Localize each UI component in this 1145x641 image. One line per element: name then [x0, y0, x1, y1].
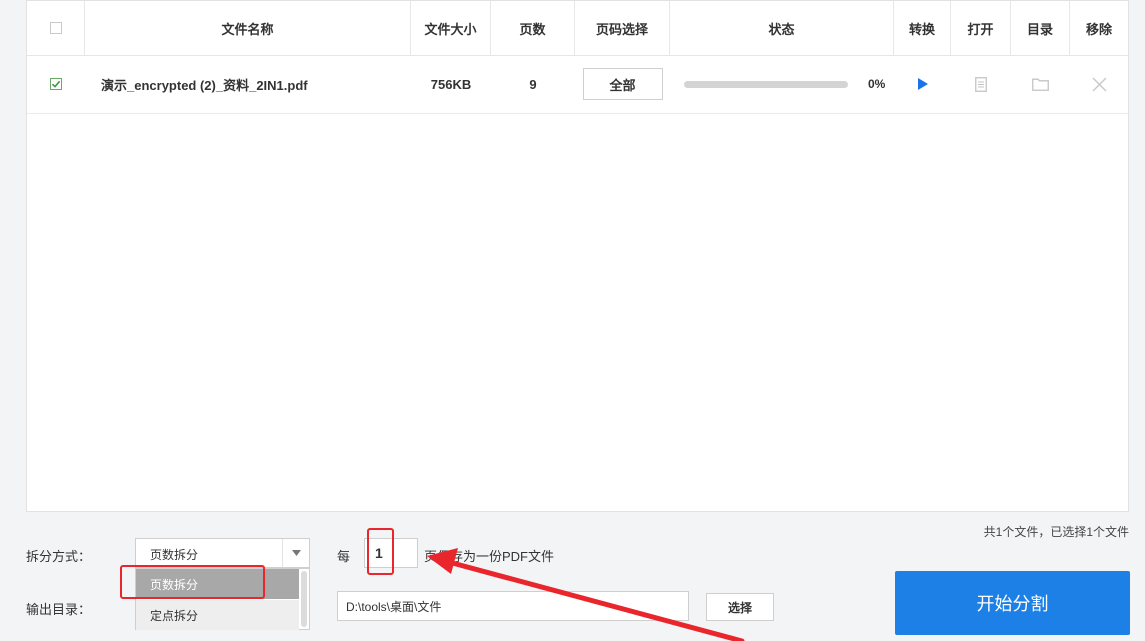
progress-label: 0%	[868, 77, 886, 91]
header-remove: 移除	[1085, 21, 1112, 37]
file-table: 文件名称 文件大小 页数 页码选择 状态 转换 打开 目录 移除 演示_encr…	[26, 0, 1129, 512]
header-directory: 目录	[1011, 1, 1070, 55]
dropdown-scrollbar[interactable]	[301, 571, 307, 627]
page-select-button[interactable]: 全部	[582, 68, 663, 100]
file-pages: 9	[529, 76, 537, 92]
close-icon	[1092, 77, 1106, 91]
header-status: 状态	[670, 1, 894, 55]
file-size: 756KB	[430, 76, 472, 92]
page-select-cell: 全部	[575, 55, 670, 113]
header-page-select: 页码选择	[575, 1, 670, 55]
start-split-button[interactable]: 开始分割	[895, 571, 1130, 635]
row-check-cell	[27, 55, 85, 113]
remove-button[interactable]	[1070, 55, 1128, 113]
split-method-select[interactable]: 页数拆分	[135, 538, 310, 568]
document-icon	[975, 76, 987, 92]
header-size: 文件大小	[411, 1, 491, 55]
header-name: 文件名称	[85, 1, 411, 55]
folder-icon	[1032, 78, 1049, 91]
directory-button[interactable]	[1011, 55, 1070, 113]
choose-dir-button[interactable]: 选择	[706, 593, 774, 621]
every-label: 每	[337, 549, 351, 564]
option-fixed-point-split[interactable]: 定点拆分	[136, 600, 299, 630]
open-button[interactable]	[951, 55, 1011, 113]
table-row: 演示_encrypted (2)_资料_2IN1.pdf 756KB 9 全部 …	[27, 55, 1128, 114]
status-cell: 0%	[670, 55, 894, 113]
check-icon	[51, 80, 61, 88]
select-all-checkbox[interactable]	[49, 22, 62, 34]
output-path-field[interactable]: D:\tools\桌面\文件	[337, 591, 689, 621]
row-checkbox[interactable]	[50, 78, 62, 90]
dropdown-toggle[interactable]	[282, 539, 309, 567]
play-icon	[917, 78, 928, 90]
header-open: 打开	[951, 1, 1011, 55]
selection-summary: 共1个文件，已选择1个文件	[983, 525, 1129, 539]
highlight-box-input	[367, 528, 394, 575]
progress-bar	[684, 80, 848, 88]
file-name: 演示_encrypted (2)_资料_2IN1.pdf	[101, 77, 308, 93]
output-dir-label: 输出目录：	[26, 602, 92, 617]
chevron-down-icon	[291, 550, 301, 556]
convert-button[interactable]	[894, 55, 951, 113]
header-convert: 转换	[894, 1, 951, 55]
header-pages: 页数	[491, 1, 575, 55]
every-suffix-label: 页保存为一份PDF文件	[424, 549, 555, 564]
split-method-value: 页数拆分	[150, 548, 199, 562]
highlight-box-option	[120, 565, 265, 599]
select-all-cell	[27, 1, 85, 55]
table-header: 文件名称 文件大小 页数 页码选择 状态 转换 打开 目录 移除	[27, 1, 1128, 56]
split-method-label: 拆分方式：	[26, 549, 92, 564]
